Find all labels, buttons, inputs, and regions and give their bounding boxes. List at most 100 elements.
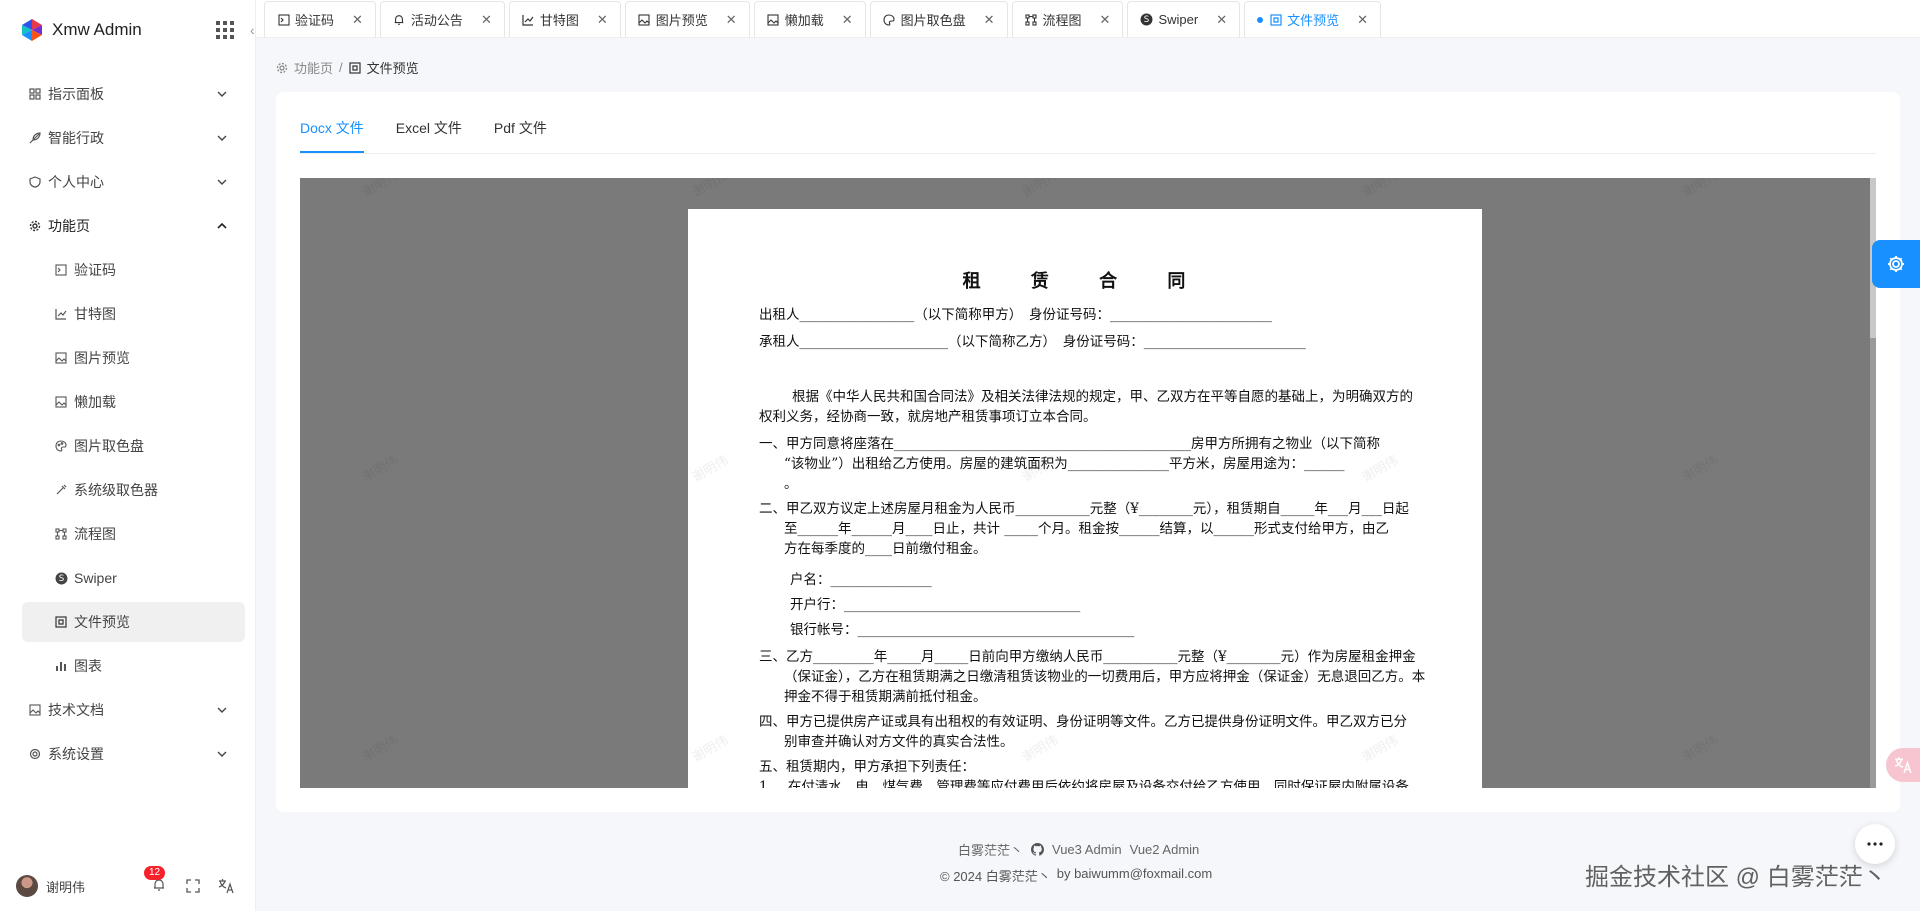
juejin-watermark: 掘金技术社区 @ 白雾茫茫丶 xyxy=(1585,864,1887,891)
author-email: by baiwumm@foxmail.com xyxy=(1056,866,1213,881)
document-line: 权利义务，经协商一致，就房地产租赁事项订立本合同。 xyxy=(759,409,1097,425)
tab-lazyload[interactable]: 懒加载 ✕ xyxy=(753,1,866,37)
sidebar-item-label: 系统级取色器 xyxy=(74,482,158,498)
sidebar-item-lazyload[interactable]: 懒加载 xyxy=(0,380,255,424)
tab-announcement[interactable]: 活动公告 ✕ xyxy=(379,1,505,37)
sidebar-item-flowchart[interactable]: 流程图 xyxy=(0,512,255,556)
chevron-down-icon xyxy=(217,707,227,713)
github-icon[interactable] xyxy=(1031,843,1045,856)
tab-docx[interactable]: Docx 文件 xyxy=(300,118,364,153)
sidebar-item-system-settings[interactable]: 系统设置 xyxy=(0,732,255,776)
translate-icon[interactable] xyxy=(218,878,234,894)
sidebar-item-charts[interactable]: 图表 xyxy=(0,644,255,688)
tab-image-preview[interactable]: 图片预览 ✕ xyxy=(624,1,750,37)
watermark: 谢明伟 xyxy=(359,452,401,485)
tab-label: 文件预览 xyxy=(1287,13,1340,28)
chart-icon xyxy=(54,659,68,673)
sidebar-item-features[interactable]: 功能页 xyxy=(0,204,255,248)
active-dot xyxy=(1257,16,1264,23)
username[interactable]: 谢明伟 xyxy=(46,877,152,896)
document-line: 四、甲方已提供房产证或具有出租权的有效证明、身份证明等文件。乙方已提供身份证明文… xyxy=(759,714,1407,730)
sidebar-item-image-preview[interactable]: 图片预览 xyxy=(0,336,255,380)
tab-bar: 验证码 ✕ 活动公告 ✕ 甘特图 ✕ 图片预览 ✕ 懒加载 ✕ 图片取色盘 ✕ … xyxy=(256,0,1920,38)
document-line: 三、乙方_________年_____月_____日前向甲方缴纳人民币_____… xyxy=(759,649,1416,665)
close-icon[interactable]: ✕ xyxy=(726,12,737,28)
tab-label: 甘特图 xyxy=(539,13,579,28)
document-line: 银行帐号：___________________________________… xyxy=(790,622,1135,638)
sidebar-item-captcha[interactable]: 验证码 xyxy=(0,248,255,292)
avatar[interactable] xyxy=(16,875,38,897)
footer-link-vue3[interactable]: Vue3 Admin xyxy=(1052,842,1122,857)
sidebar-item-admin[interactable]: 智能行政 xyxy=(0,116,255,160)
shield-icon xyxy=(28,175,42,189)
footer-link-author[interactable]: 白雾茫茫丶 xyxy=(958,840,1023,859)
document-line: 押金不得于租赁期满前抵付租金。 xyxy=(784,689,987,705)
palette-icon xyxy=(54,439,68,453)
close-icon[interactable]: ✕ xyxy=(1357,12,1368,28)
sidebar-item-label: 甘特图 xyxy=(74,306,116,322)
sidebar-item-label: 功能页 xyxy=(48,218,90,234)
translate-icon xyxy=(1894,757,1912,774)
document-line: 。 xyxy=(784,476,798,492)
docx-viewer[interactable]: 租 赁 合 同 出租人_________________（以下简称甲方） 身份证… xyxy=(300,178,1876,788)
settings-drawer-button[interactable] xyxy=(1872,240,1920,288)
file-preview-card: Docx 文件 Excel 文件 Pdf 文件 租 赁 合 同 出租人_____… xyxy=(276,92,1900,812)
apps-grid-icon[interactable] xyxy=(215,20,235,40)
tab-color-palette[interactable]: 图片取色盘 ✕ xyxy=(869,1,1008,37)
watermark: 谢明伟 xyxy=(1679,178,1721,200)
tab-gantt[interactable]: 甘特图 ✕ xyxy=(508,1,621,37)
watermark: 谢明伟 xyxy=(1019,178,1061,200)
sidebar-item-label: 指示面板 xyxy=(48,86,104,102)
tab-swiper[interactable]: S Swiper ✕ xyxy=(1127,1,1241,37)
close-icon[interactable]: ✕ xyxy=(842,12,853,28)
side-menu: 指示面板 智能行政 个人中心 功能页 验证码 甘特图 图片预览 懒加载 图片取色… xyxy=(0,60,255,776)
document-title: 租 赁 合 同 xyxy=(962,271,1208,292)
close-icon[interactable]: ✕ xyxy=(597,12,608,28)
breadcrumb-parent[interactable]: 功能页 xyxy=(294,58,333,77)
close-icon[interactable]: ✕ xyxy=(481,12,492,28)
sidebar-item-profile[interactable]: 个人中心 xyxy=(0,160,255,204)
sidebar-item-label: 懒加载 xyxy=(74,394,116,410)
sidebar-item-label: 技术文档 xyxy=(48,702,104,718)
tab-excel[interactable]: Excel 文件 xyxy=(396,118,462,153)
sidebar-item-label: 验证码 xyxy=(74,262,116,278)
sidebar-item-file-preview[interactable]: 文件预览 xyxy=(22,602,245,642)
translate-float-button[interactable] xyxy=(1886,748,1920,782)
close-icon[interactable]: ✕ xyxy=(1100,12,1111,28)
bell-icon[interactable]: 12 xyxy=(144,866,168,894)
document-line: （保证金），乙方在租赁期满之日缴清租赁该物业的一切费用后，甲方应将押金（保证金）… xyxy=(784,669,1426,685)
chevron-down-icon xyxy=(217,135,227,141)
file-icon xyxy=(1269,13,1282,26)
tab-label: 图片取色盘 xyxy=(900,13,966,28)
tab-flowchart[interactable]: 流程图 ✕ xyxy=(1011,1,1124,37)
close-icon[interactable]: ✕ xyxy=(984,12,995,28)
tab-pdf[interactable]: Pdf 文件 xyxy=(494,118,547,153)
flow-icon xyxy=(1025,13,1038,26)
sidebar-item-swiper[interactable]: S Swiper xyxy=(0,556,255,600)
file-icon xyxy=(54,615,68,629)
gantt-icon xyxy=(54,307,68,321)
doc-type-tabs: Docx 文件 Excel 文件 Pdf 文件 xyxy=(300,118,1876,154)
sidebar-item-label: 图片取色盘 xyxy=(74,438,144,454)
sidebar-item-dashboard[interactable]: 指示面板 xyxy=(0,72,255,116)
footer-link-vue2[interactable]: Vue2 Admin xyxy=(1130,842,1200,857)
logo-row: Xmw Admin xyxy=(0,0,255,60)
tab-captcha[interactable]: 验证码 ✕ xyxy=(264,1,376,37)
document-line: 五、租赁期内，甲方承担下列责任： xyxy=(759,759,975,775)
sidebar-item-tech-docs[interactable]: 技术文档 xyxy=(0,688,255,732)
breadcrumb-current: 文件预览 xyxy=(366,61,419,76)
close-icon[interactable]: ✕ xyxy=(1216,12,1227,28)
sidebar-item-color-palette[interactable]: 图片取色盘 xyxy=(0,424,255,468)
close-icon[interactable]: ✕ xyxy=(352,12,363,28)
tab-label: 验证码 xyxy=(295,13,335,28)
document-page: 租 赁 合 同 出租人_________________（以下简称甲方） 身份证… xyxy=(688,209,1482,788)
sidebar-item-color-picker[interactable]: 系统级取色器 xyxy=(0,468,255,512)
file-icon xyxy=(349,61,361,74)
feather-icon xyxy=(28,131,42,145)
palette-icon xyxy=(883,13,896,26)
fullscreen-icon[interactable] xyxy=(186,879,200,893)
dashboard-icon xyxy=(28,87,42,101)
sidebar-item-gantt[interactable]: 甘特图 xyxy=(0,292,255,336)
watermark: 谢明伟 xyxy=(1679,732,1721,765)
tab-file-preview[interactable]: 文件预览 ✕ xyxy=(1244,1,1382,37)
